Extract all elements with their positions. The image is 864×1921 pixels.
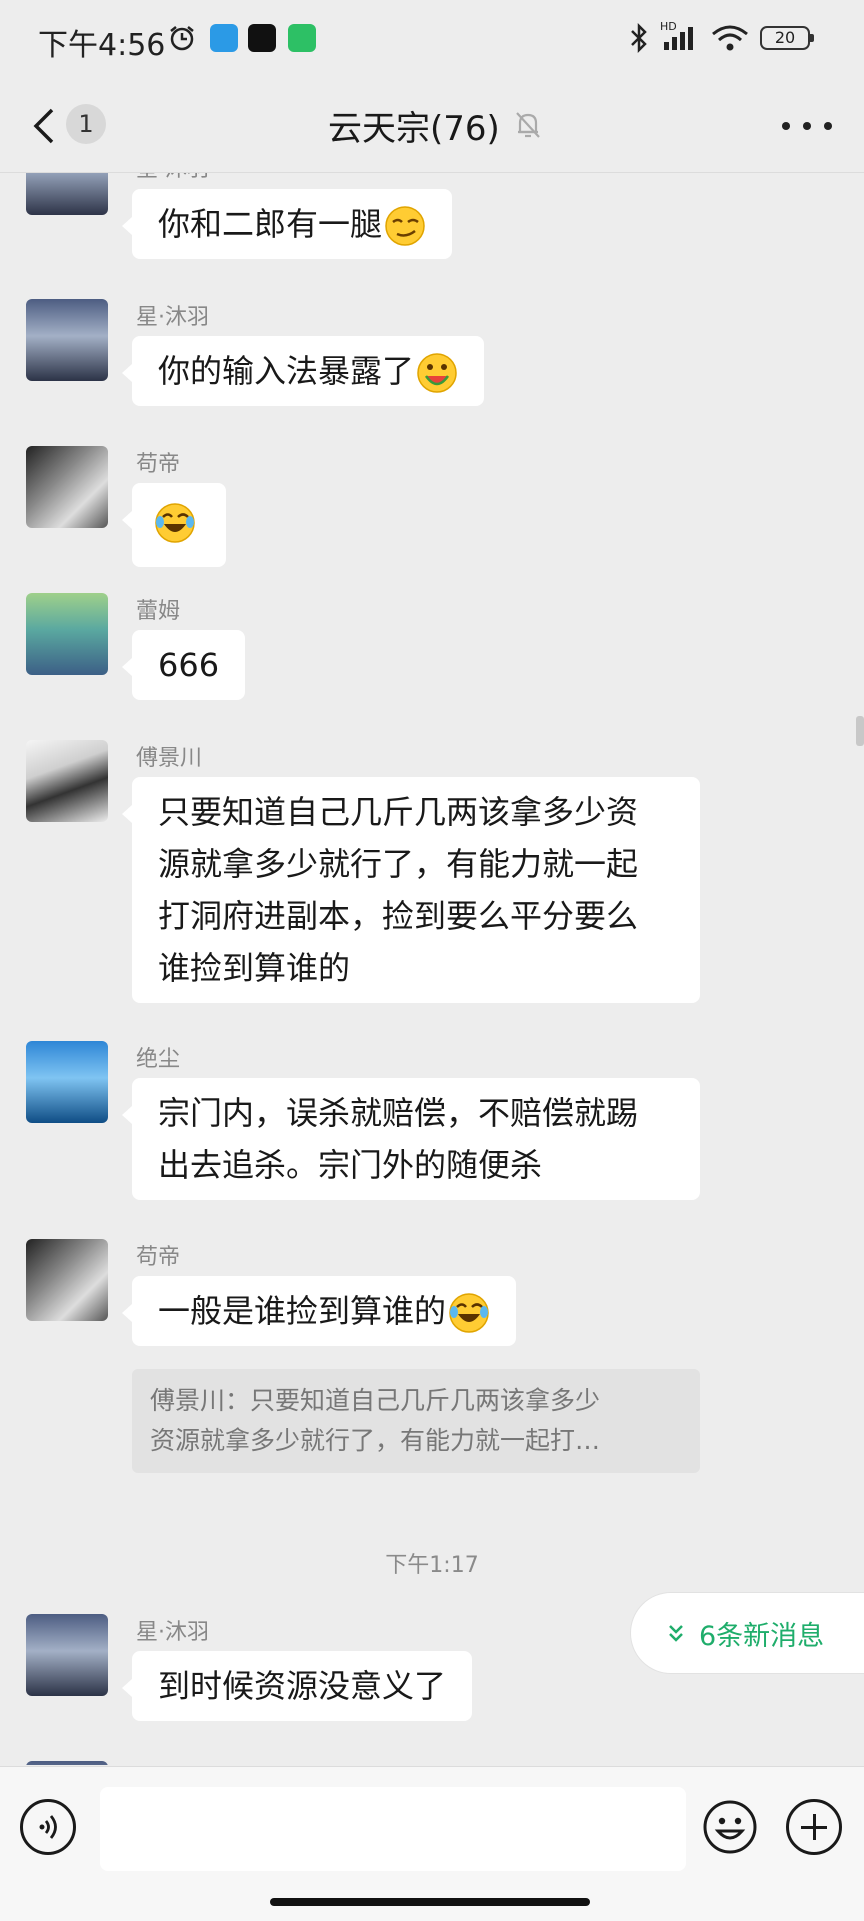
sender-name: 绝尘 [136,1047,181,1072]
upload-app-icon [210,24,238,52]
message-line: 源就拿多少就行了，有能力就一起 [158,845,639,883]
avatar[interactable] [26,740,108,822]
mute-bell-icon [515,112,540,138]
chat-title-container[interactable]: 云天宗(76) [328,102,542,149]
more-functions-button[interactable] [786,1799,842,1855]
message-bubble[interactable]: 宗门内，误杀就赔偿，不赔偿就踢 出去追杀。宗门外的随便杀 [122,1078,700,1200]
message-text: 你的输入法暴露了 [158,352,415,390]
back-arrow-icon[interactable] [28,104,68,148]
avatar[interactable] [26,446,108,528]
message-text: 666 [158,646,220,684]
smirk-emoji-icon [385,206,425,246]
emoji-picker-icon[interactable] [702,1799,758,1855]
quoted-message[interactable]: 傅景川：只要知道自己几斤几两该拿多少 资源就拿多少就行了，有能力就一起打… [132,1369,700,1473]
sender-name: 星·沐羽 [136,1620,209,1645]
tears-of-joy-emoji-icon [155,503,195,543]
dot-icon [824,122,832,130]
message-bubble[interactable]: 你的输入法暴露了 [121,336,485,406]
message-bubble[interactable]: 一般是谁捡到算谁的 [121,1276,517,1346]
message-input[interactable] [100,1787,686,1871]
sender-name: 苟帝 [136,452,181,477]
sender-name: 苟帝 [136,1245,181,1270]
avatar[interactable] [26,299,108,381]
avatar[interactable] [26,173,108,215]
status-bar: 下午4:56 HD 20 [0,0,864,80]
message-text: 到时候资源没意义了 [158,1667,447,1705]
unread-count-badge[interactable]: 1 [66,104,106,144]
music-app-icon [248,24,276,52]
message-line: 出去追杀。宗门外的随便杀 [158,1146,543,1184]
message-bubble[interactable]: 666 [121,630,246,700]
message-bubble[interactable]: 到时候资源没意义了 [121,1651,473,1721]
message-bubble[interactable]: 你和二郎有一腿 [121,189,453,259]
wifi-icon [712,25,748,51]
watermelon-eating-emoji-icon [417,353,457,393]
message-list[interactable]: 星·沐羽 你和二郎有一腿 星·沐羽 你的输入法暴露了 苟帝 蕾姆 666 傅景川… [0,173,864,1765]
bluetooth-icon [631,22,647,54]
voice-icon [39,1815,57,1839]
chat-title: 云天宗(76) [328,108,500,149]
sender-name: 蕾姆 [136,599,181,624]
scrollbar-thumb[interactable] [856,716,864,746]
message-bubble[interactable]: 只要知道自己几斤几两该拿多少资 源就拿多少就行了，有能力就一起 打洞府进副本，捡… [122,777,700,1003]
new-messages-button[interactable]: 6条新消息 [630,1592,864,1674]
home-indicator [270,1898,590,1906]
avatar[interactable] [26,1041,108,1123]
message-line: 谁捡到算谁的 [158,949,351,987]
battery-indicator: 20 [760,26,814,50]
message-line: 打洞府进副本，捡到要么平分要么 [158,897,639,935]
more-options-button[interactable] [782,108,832,144]
message-line: 宗门内，误杀就赔偿，不赔偿就踢 [158,1094,639,1132]
sender-name: 星·沐羽 [136,305,209,330]
new-messages-label: 6条新消息 [699,1620,825,1652]
sender-name: 星·沐羽 [136,173,209,183]
dot-icon [803,122,811,130]
avatar[interactable] [26,593,108,675]
signal-icon [664,27,693,50]
dot-icon [782,122,790,130]
message-bubble[interactable] [122,483,226,567]
tears-of-joy-emoji-icon [449,1293,489,1333]
quote-line: 资源就拿多少就行了，有能力就一起打… [150,1426,601,1455]
avatar[interactable] [26,1239,108,1321]
avatar[interactable] [26,1614,108,1696]
timestamp: 下午1:17 [385,1553,479,1578]
alarm-icon [170,26,194,51]
message-text: 一般是谁捡到算谁的 [158,1292,447,1330]
quote-line: 傅景川：只要知道自己几斤几两该拿多少 [150,1386,601,1415]
message-line: 只要知道自己几斤几两该拿多少资 [158,793,639,831]
status-time: 下午4:56 [38,28,166,63]
double-chevron-down-icon [669,1625,683,1642]
voice-input-button[interactable] [20,1799,76,1855]
chat-app-icon [288,24,316,52]
avatar[interactable] [26,1761,108,1765]
message-text: 你和二郎有一腿 [158,205,383,243]
sender-name: 傅景川 [136,746,203,771]
